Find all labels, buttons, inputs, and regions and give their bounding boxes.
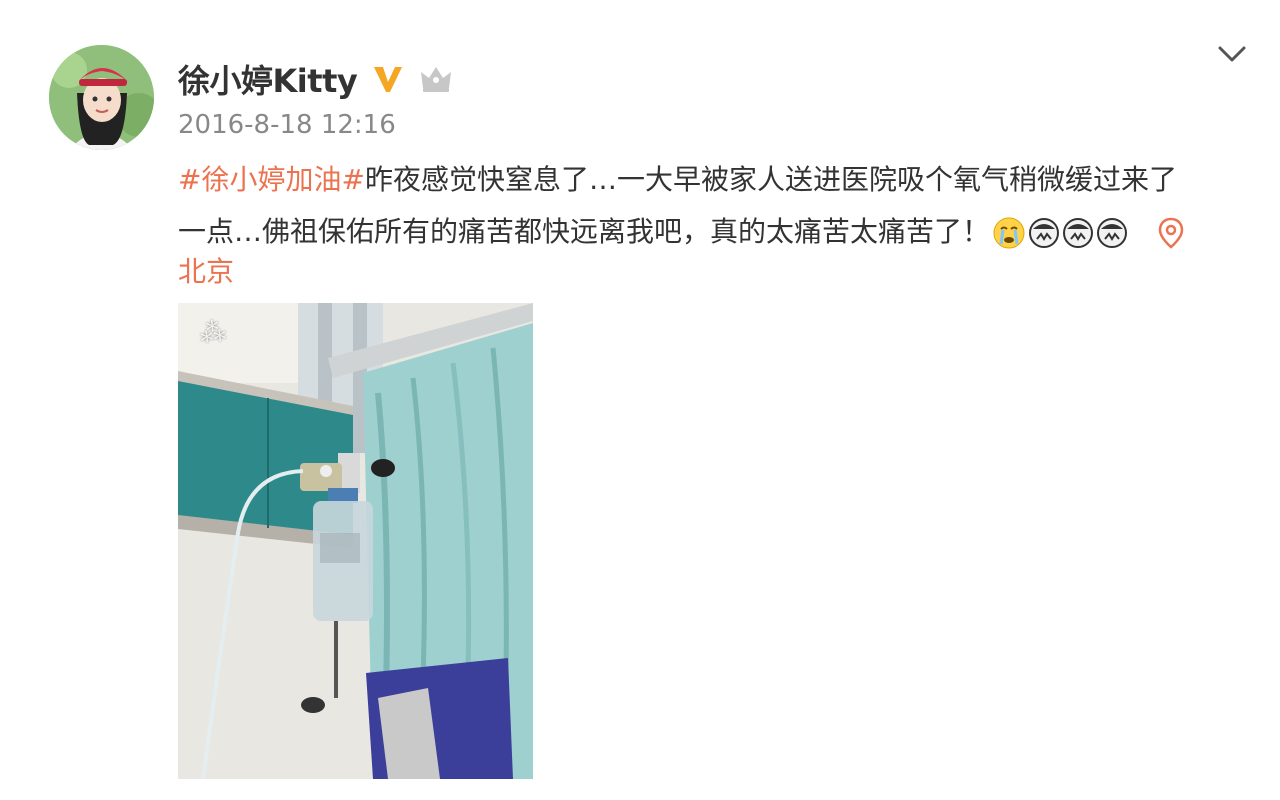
verified-v-icon <box>374 67 403 92</box>
text-line-2: 一点…佛祖保佑所有的痛苦都快远离我吧，真的太痛苦太痛苦了！ <box>178 215 991 248</box>
sad-emoji-icon <box>1097 218 1128 248</box>
author-row: 徐小婷Kitty <box>178 56 453 102</box>
author-name[interactable]: 徐小婷Kitty <box>178 56 358 102</box>
avatar[interactable] <box>49 45 154 150</box>
topic-link[interactable]: #徐小婷加油# <box>178 163 365 196</box>
text-line-1: 昨夜感觉快窒息了…一大早被家人送进医院吸个氧气稍微缓过来了 <box>364 163 1177 196</box>
location-link[interactable]: 北京 <box>178 250 234 290</box>
post-text-line-2: 一点…佛祖保佑所有的痛苦都快远离我吧，真的太痛苦太痛苦了！ <box>178 206 1238 258</box>
sad-emoji-icon <box>1063 218 1094 248</box>
crown-icon[interactable] <box>419 64 453 94</box>
post-text-line-1: #徐小婷加油#昨夜感觉快窒息了…一大早被家人送进医院吸个氧气稍微缓过来了 <box>178 154 1238 206</box>
post-photo[interactable] <box>178 303 533 779</box>
sad-emoji-icon <box>1029 218 1060 248</box>
post-timestamp[interactable]: 2016-8-18 12:16 <box>178 110 396 140</box>
chevron-down-icon[interactable] <box>1214 40 1250 68</box>
crying-emoji-icon <box>993 217 1025 249</box>
photo-watermark-logo: ⁂ <box>198 316 228 350</box>
post-text: #徐小婷加油#昨夜感觉快窒息了…一大早被家人送进医院吸个氧气稍微缓过来了 一点…… <box>178 154 1238 258</box>
location-pin-icon[interactable] <box>1158 217 1184 249</box>
